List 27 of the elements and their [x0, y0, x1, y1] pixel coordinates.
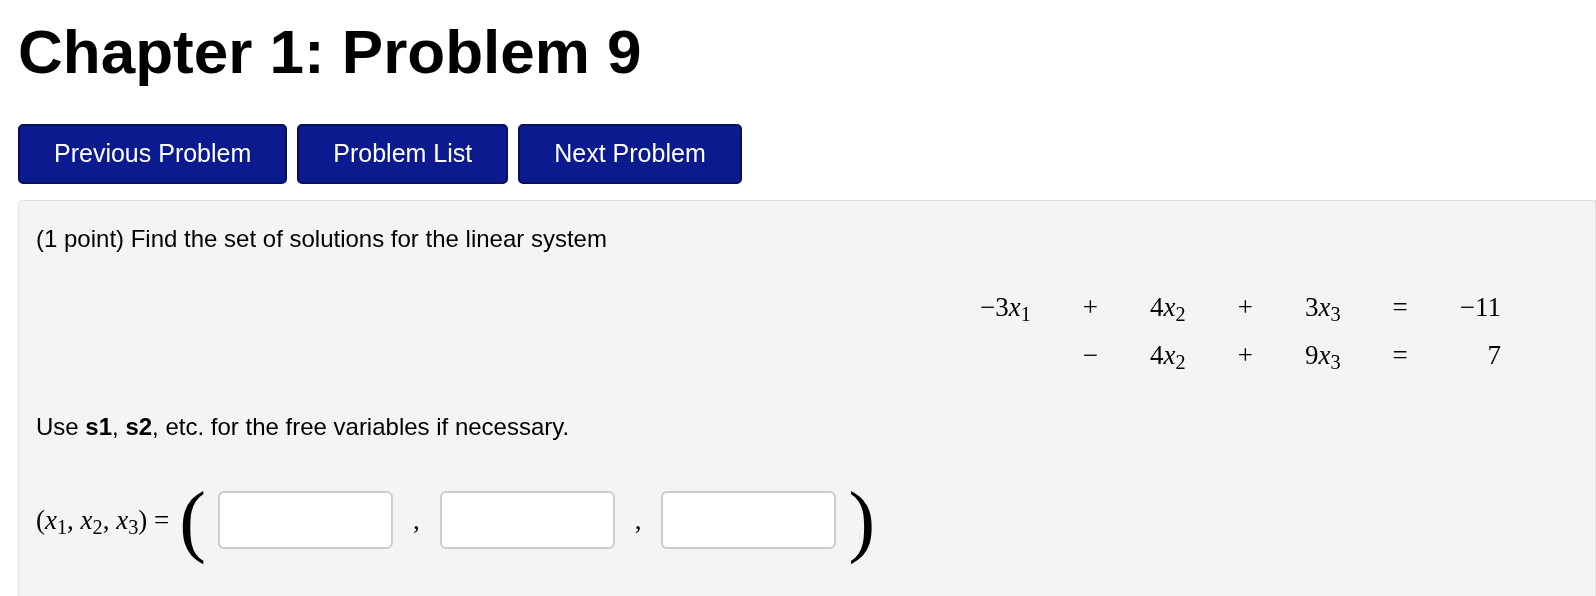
open-parenthesis: ( [179, 475, 206, 565]
answer-field[interactable] [439, 491, 615, 549]
instruction-text: Use s1, s2, etc. for the free variables if necessary. [36, 412, 570, 442]
comma: , [412, 503, 420, 537]
nav-button[interactable]: Next Problem [518, 124, 742, 184]
close-parenthesis: ) [848, 475, 876, 565]
equation-term: 9x$_{3}$ [1304, 339, 1341, 370]
equation-term: 4x$_{2}$ [1150, 291, 1186, 322]
nav-button[interactable]: Previous Problem [18, 124, 288, 184]
nav-button[interactable]: Problem List [297, 124, 509, 184]
operator: = [1392, 291, 1408, 322]
comma: , [634, 503, 642, 537]
constant-term: 7 [1487, 339, 1501, 370]
answer-field[interactable] [661, 491, 837, 549]
answer-label: (x$_{1}$, x$_{2}$, x$_{3}$) = [36, 503, 170, 540]
answer-field[interactable] [217, 491, 393, 549]
operator: + [1082, 291, 1099, 322]
page-title: Chapter 1: Problem 9 [18, 20, 642, 84]
constant-term: −11 [1459, 291, 1501, 322]
problem-statement: (1 point) Find the set of solutions for the linear system [36, 224, 607, 254]
equation-term: −3x$_{1}$ [980, 291, 1031, 322]
operator: − [1082, 339, 1099, 370]
operator: = [1392, 339, 1408, 370]
operator: + [1237, 291, 1253, 322]
equation-term: 3x$_{3}$ [1304, 291, 1341, 322]
operator: + [1237, 339, 1253, 370]
equation-term: 4x$_{2}$ [1150, 339, 1186, 370]
